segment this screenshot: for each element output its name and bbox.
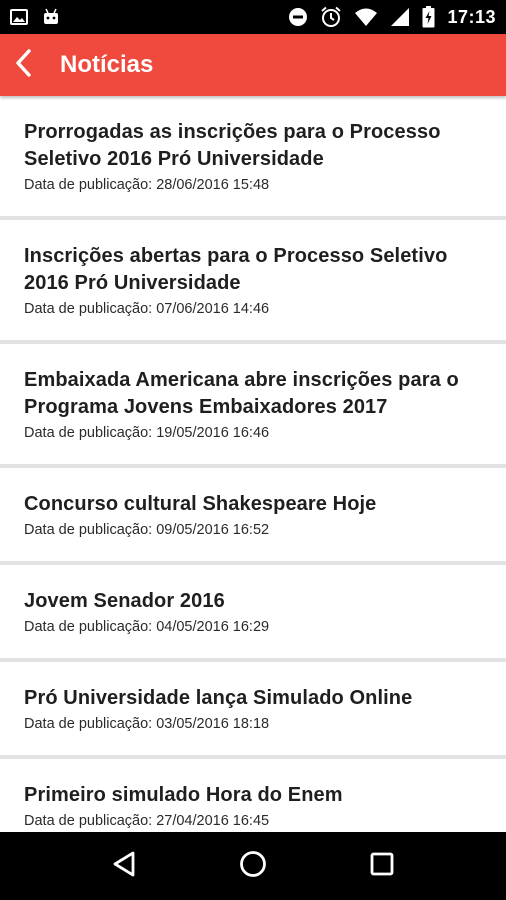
news-date: Data de publicação: 03/05/2016 18:18 [24,715,270,732]
status-time: 17:13 [447,6,496,27]
news-date: Data de publicação: 09/05/2016 16:52 [24,521,270,538]
news-title: Primeiro simulado Hora do Enem [24,783,343,806]
news-date: Data de publicação: 19/05/2016 16:46 [24,424,270,441]
image-icon [10,9,28,25]
do-not-disturb-icon [288,7,308,27]
back-triangle-icon [111,850,137,883]
battery-charging-icon [422,6,435,28]
news-title: Embaixada Americana abre inscrições para… [24,368,459,418]
news-date: Data de publicação: 28/06/2016 15:48 [24,176,270,193]
news-title: Jovem Senador 2016 [24,589,225,612]
wifi-icon [354,7,378,27]
news-date: Data de publicação: 04/05/2016 16:29 [24,618,270,635]
news-title: Concurso cultural Shakespeare Hoje [24,492,377,515]
android-icon [42,8,60,26]
news-item[interactable]: Jovem Senador 2016 Data de publicação: 0… [0,565,506,662]
nav-back-button[interactable] [94,836,154,896]
news-title: Prorrogadas as inscrições para o Process… [24,120,441,170]
app-bar: Notícias [0,34,506,96]
news-title: Pró Universidade lança Simulado Online [24,686,413,709]
news-item[interactable]: Embaixada Americana abre inscrições para… [0,344,506,468]
news-title: Inscrições abertas para o Processo Selet… [24,244,448,294]
recents-square-icon [370,852,394,881]
back-button[interactable] [0,34,46,96]
alarm-icon [320,6,342,28]
status-bar: 17:13 [0,0,506,34]
nav-home-button[interactable] [223,836,283,896]
system-nav-bar [0,832,506,900]
news-list[interactable]: Prorrogadas as inscrições para o Process… [0,96,506,832]
news-date: Data de publicação: 27/04/2016 16:45 [24,812,270,829]
news-item[interactable]: Concurso cultural Shakespeare Hoje Data … [0,468,506,565]
news-item[interactable]: Primeiro simulado Hora do Enem Data de p… [0,759,506,832]
news-item[interactable]: Pró Universidade lança Simulado Online D… [0,662,506,759]
news-item[interactable]: Inscrições abertas para o Processo Selet… [0,220,506,344]
home-circle-icon [239,850,267,883]
chevron-left-icon [14,48,32,82]
page-title: Notícias [60,51,154,78]
nav-recents-button[interactable] [352,836,412,896]
signal-icon [390,7,410,27]
news-item[interactable]: Prorrogadas as inscrições para o Process… [0,96,506,220]
news-date: Data de publicação: 07/06/2016 14:46 [24,300,270,317]
